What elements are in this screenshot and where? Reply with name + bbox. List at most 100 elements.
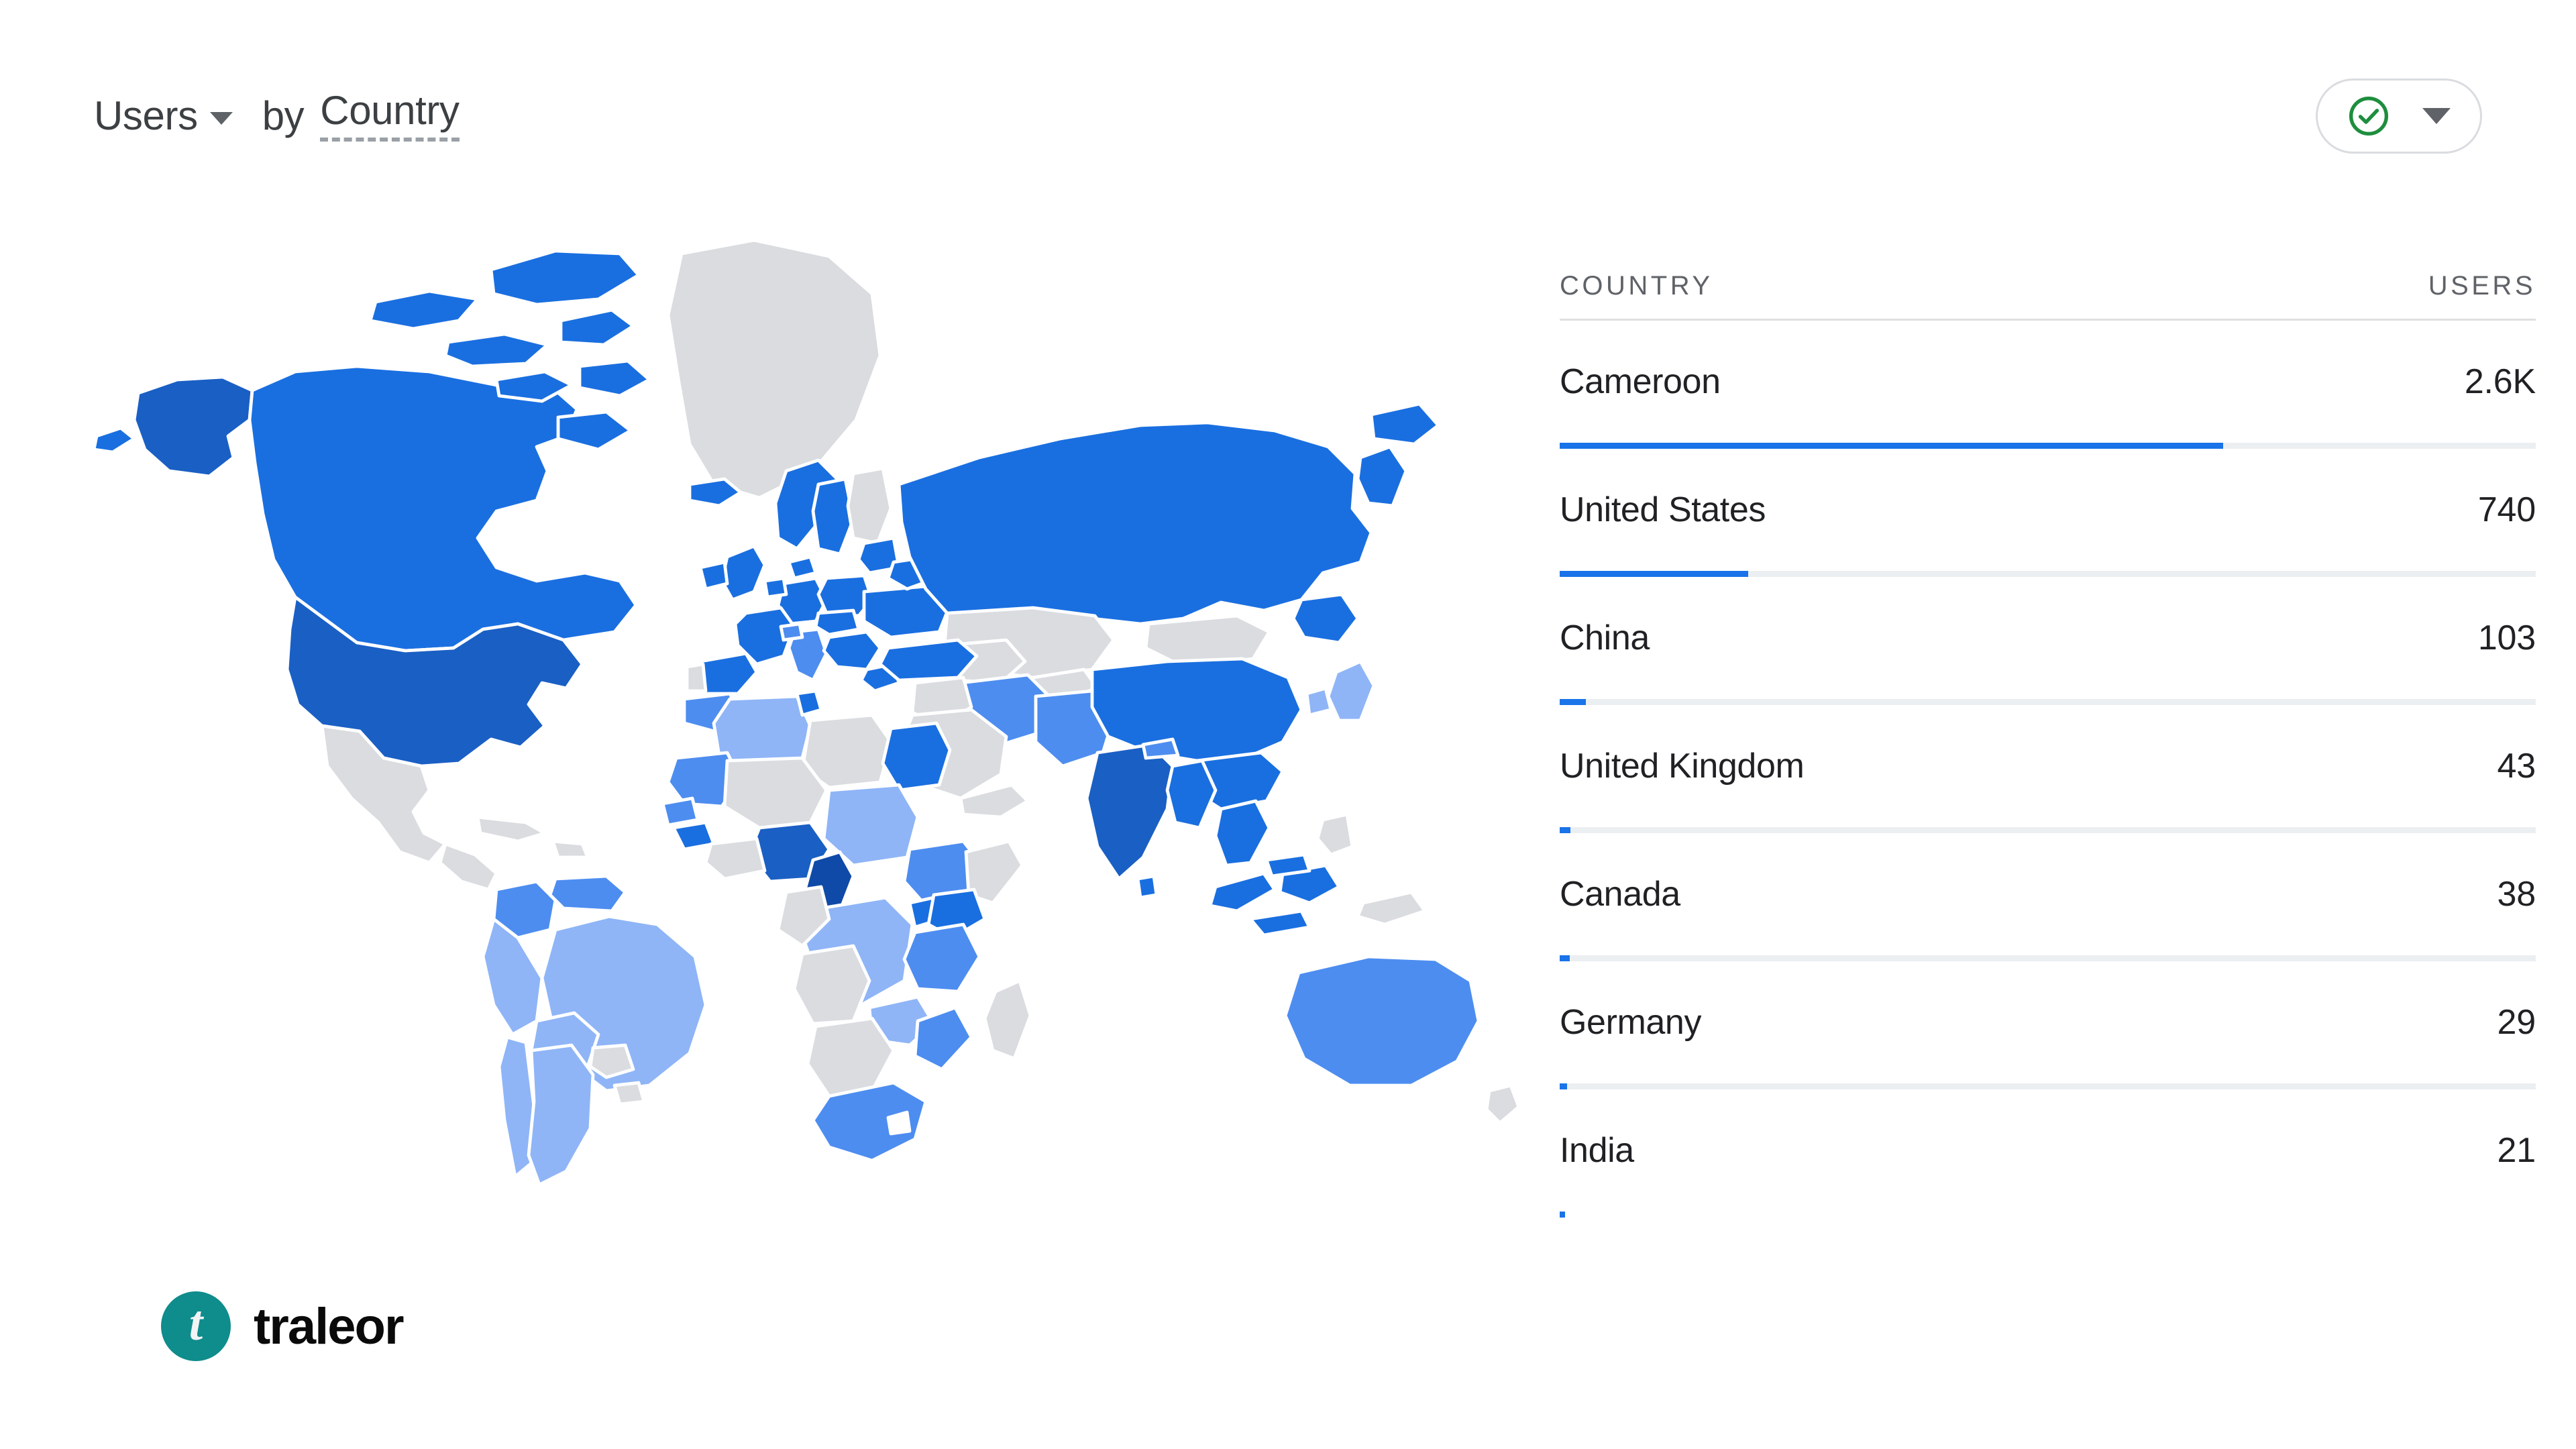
bar-track <box>1560 1083 2536 1089</box>
table-row[interactable]: United Kingdom 43 <box>1560 705 2536 833</box>
chevron-down-icon[interactable] <box>2422 108 2451 124</box>
cell-users: 740 <box>2477 490 2536 529</box>
country-canada-arctic-7[interactable] <box>556 410 633 451</box>
logo-mark-letter: t <box>189 1296 203 1351</box>
country-alaska[interactable] <box>132 375 254 478</box>
country-aleutians[interactable] <box>94 426 136 454</box>
country-paraguay[interactable] <box>588 1043 635 1079</box>
country-netherlands[interactable] <box>763 576 788 599</box>
logo-wordmark: traleor <box>254 1297 405 1355</box>
country-venezuela[interactable] <box>548 874 627 913</box>
country-united-kingdom[interactable] <box>720 544 767 602</box>
country-cuba[interactable] <box>476 815 547 843</box>
country-russia-far-east[interactable] <box>1291 592 1360 645</box>
cell-country: United Kingdom <box>1560 746 1805 786</box>
country-china[interactable] <box>1090 657 1303 763</box>
country-greenland[interactable] <box>666 238 882 500</box>
table-row[interactable]: China 103 <box>1560 577 2536 705</box>
table-row[interactable]: Germany 29 <box>1560 961 2536 1089</box>
country-canada-arctic-6[interactable] <box>578 359 651 398</box>
country-nepal[interactable] <box>1141 737 1180 760</box>
widget-title: Users by Country <box>94 91 460 142</box>
column-header-users[interactable]: USERS <box>2428 271 2536 301</box>
cell-users: 43 <box>2497 746 2536 786</box>
country-sweden[interactable] <box>811 477 855 556</box>
country-madagascar[interactable] <box>983 979 1032 1061</box>
table-row-content: China 103 <box>1560 577 2536 705</box>
country-russia-kamchatka[interactable] <box>1356 445 1408 508</box>
table-row-content: United States 740 <box>1560 449 2536 577</box>
country-denmark[interactable] <box>787 555 818 580</box>
country-bangladesh-myanmar[interactable] <box>1165 759 1218 830</box>
country-philippines[interactable] <box>1316 812 1354 857</box>
country-mali-niger[interactable] <box>722 756 828 830</box>
country-indonesia-java[interactable] <box>1248 909 1311 937</box>
column-header-country[interactable]: COUNTRY <box>1560 271 1713 301</box>
country-ireland[interactable] <box>698 560 729 591</box>
country-guinea-sierraleone[interactable] <box>672 820 716 851</box>
bar-track <box>1560 827 2536 833</box>
country-south-korea[interactable] <box>1305 686 1333 717</box>
country-malaysia[interactable] <box>1265 853 1311 878</box>
widget-header: Users by Country <box>94 72 2482 160</box>
country-hispaniola[interactable] <box>551 839 590 859</box>
cell-country: Cameroon <box>1560 362 1721 401</box>
country-balkans[interactable] <box>822 630 882 672</box>
country-canada-arctic-1[interactable] <box>368 289 480 331</box>
country-sri-lanka[interactable] <box>1136 874 1159 900</box>
table-row[interactable]: India 21 <box>1560 1089 2536 1218</box>
country-canada-arctic-2[interactable] <box>489 249 641 307</box>
brand-logo: t traleor <box>161 1291 405 1361</box>
bar-fill <box>1560 443 2224 449</box>
table-row[interactable]: Canada 38 <box>1560 833 2536 961</box>
country-switzerland[interactable] <box>779 622 804 642</box>
country-angola[interactable] <box>792 944 871 1026</box>
country-australia[interactable] <box>1283 955 1481 1087</box>
country-ghana-ivory[interactable] <box>704 837 767 881</box>
bar-fill <box>1560 571 1748 577</box>
users-by-country-widget: Users by Country t traleor COUNTRY USERS… <box>0 0 2576 1449</box>
table-header-row: COUNTRY USERS <box>1560 248 2536 321</box>
country-central-america[interactable] <box>438 842 498 892</box>
country-users-table: COUNTRY USERS Cameroon 2.6K United State… <box>1560 248 2536 1218</box>
country-india[interactable] <box>1085 743 1175 881</box>
country-canada-arctic-3[interactable] <box>443 332 549 368</box>
map-svg <box>94 238 1521 1187</box>
world-choropleth-map[interactable] <box>94 221 1536 1214</box>
cell-country: United States <box>1560 490 1766 529</box>
country-argentina[interactable] <box>527 1043 595 1187</box>
logo-mark-icon: t <box>161 1291 231 1361</box>
country-russia[interactable] <box>897 421 1373 626</box>
country-egypt[interactable] <box>881 721 952 792</box>
dimension-selector[interactable]: Country <box>320 91 460 142</box>
table-row[interactable]: United States 740 <box>1560 449 2536 577</box>
country-austria-czech[interactable] <box>814 608 861 637</box>
country-papua-new-guinea[interactable] <box>1356 890 1427 926</box>
country-finland[interactable] <box>846 466 893 545</box>
bar-fill <box>1560 827 1570 833</box>
country-new-zealand[interactable] <box>1485 1083 1521 1125</box>
country-japan[interactable] <box>1326 659 1376 722</box>
country-thailand-vietnam[interactable] <box>1214 799 1271 867</box>
chevron-down-icon[interactable] <box>209 111 233 125</box>
country-peru[interactable] <box>481 917 544 1036</box>
country-portugal[interactable] <box>685 662 708 693</box>
bar-fill <box>1560 955 1570 961</box>
status-filter-button[interactable] <box>2316 78 2482 154</box>
country-tunisia[interactable] <box>795 689 823 717</box>
country-lesotho[interactable] <box>886 1110 912 1136</box>
country-turkey[interactable] <box>878 638 979 682</box>
table-row[interactable]: Cameroon 2.6K <box>1560 321 2536 449</box>
metric-selector[interactable]: Users <box>94 96 233 136</box>
country-canada-arctic-4[interactable] <box>559 308 635 347</box>
country-senegal[interactable] <box>661 796 700 827</box>
table-row-content: Cameroon 2.6K <box>1560 321 2536 449</box>
country-tanzania[interactable] <box>902 922 981 994</box>
country-russia-chukotka[interactable] <box>1369 402 1440 446</box>
table-row-content: Germany 29 <box>1560 961 2536 1089</box>
country-uruguay[interactable] <box>612 1081 646 1106</box>
bar-track <box>1560 955 2536 961</box>
country-indonesia-sumatra[interactable] <box>1208 871 1277 913</box>
bar-track <box>1560 443 2536 449</box>
by-label: by <box>262 93 305 138</box>
